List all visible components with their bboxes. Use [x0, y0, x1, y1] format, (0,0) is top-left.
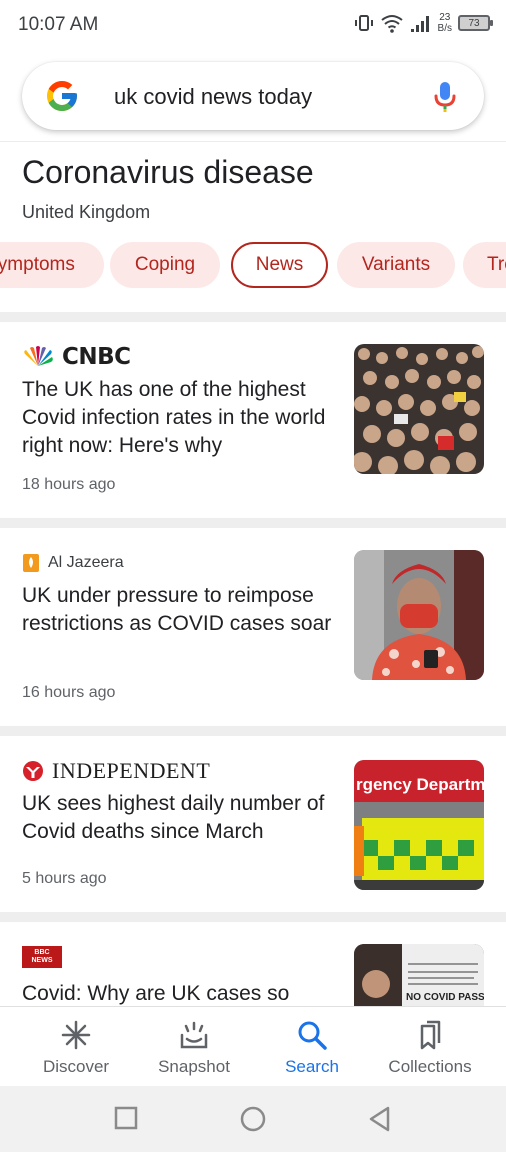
system-nav-bar [0, 1086, 506, 1152]
article-headline[interactable]: UK sees highest daily number of Covid de… [22, 790, 338, 846]
search-icon [298, 1021, 327, 1050]
article-time: 5 hours ago [22, 870, 107, 887]
nav-snapshot[interactable]: Snapshot [131, 1007, 257, 1087]
nav-collections[interactable]: Collections [367, 1007, 493, 1087]
vibrate-icon [354, 15, 373, 31]
chip-coping[interactable]: Coping [110, 242, 220, 288]
topic-chips: Symptoms Coping News Variants Treatments [0, 242, 506, 288]
chip-variants[interactable]: Variants [337, 242, 455, 288]
network-speed-unit: B/s [437, 23, 452, 34]
news-card[interactable]: Al Jazeera UK under pressure to reimpose… [0, 528, 506, 726]
back-icon[interactable] [368, 1106, 392, 1132]
status-icons: 23 B/s 73 [354, 12, 493, 34]
google-logo-icon [47, 81, 77, 111]
bbc-news-logo-icon: BBC NEWS [22, 946, 62, 968]
nav-search[interactable]: Search [249, 1007, 375, 1087]
thumb-sign-text: rgency Departme [356, 775, 484, 794]
chip-treatments[interactable]: Treatments [463, 242, 506, 288]
mic-icon[interactable] [432, 80, 458, 114]
nav-label: Discover [42, 1057, 110, 1076]
crowd-image [354, 344, 484, 474]
network-speed: 23 B/s [438, 12, 452, 34]
article-headline[interactable]: UK under pressure to reimpose restrictio… [22, 582, 338, 638]
independent-eagle-icon [23, 761, 43, 781]
topic-title: Coronavirus disease [22, 154, 314, 190]
source-row: INDEPENDENT [22, 758, 210, 784]
status-bar: 10:07 AM 23 B/s 73 [0, 0, 506, 52]
nav-label: Snapshot [158, 1057, 230, 1076]
article-headline[interactable]: Covid: Why are UK cases so [22, 980, 338, 1006]
section-divider [0, 912, 506, 922]
collections-icon [420, 1020, 441, 1050]
masked-woman-image [354, 550, 484, 680]
search-input[interactable]: uk covid news today [114, 84, 312, 110]
thumb-sign-text: NO COVID PASS [406, 992, 484, 1003]
nav-discover[interactable]: Discover [13, 1007, 139, 1087]
source-row: BBC NEWS [22, 944, 62, 970]
battery-icon: 73 [458, 15, 493, 31]
topic-header: Coronavirus disease United Kingdom Sympt… [0, 142, 506, 312]
home-icon[interactable] [239, 1105, 267, 1133]
news-card[interactable]: BBC NEWS Covid: Why are UK cases so NO C… [0, 922, 506, 1006]
source-row: CNBC [22, 344, 131, 370]
article-thumbnail[interactable]: rgency Departme [354, 760, 484, 890]
status-time: 10:07 AM [18, 14, 99, 35]
bbc-news-logo-text: BBC NEWS [31, 949, 53, 964]
news-card[interactable]: INDEPENDENT UK sees highest daily number… [0, 736, 506, 912]
search-box[interactable]: uk covid news today [22, 62, 484, 130]
source-row: Al Jazeera [22, 550, 124, 576]
chip-symptoms[interactable]: Symptoms [0, 242, 104, 288]
section-divider [0, 312, 506, 322]
covid-pass-sign-image: NO COVID PASS [354, 944, 484, 1006]
signal-icon [410, 16, 429, 32]
battery-level: 73 [468, 17, 480, 29]
news-card[interactable]: CNBC The UK has one of the highest Covid… [0, 322, 506, 518]
nbc-peacock-icon [24, 346, 53, 366]
source-name: CNBC [62, 344, 131, 370]
article-time: 16 hours ago [22, 684, 116, 701]
bottom-nav: Discover Snapshot Search Collections [0, 1006, 506, 1086]
article-headline[interactable]: The UK has one of the highest Covid infe… [22, 376, 338, 460]
nav-label: Collections [388, 1057, 472, 1076]
snapshot-icon [180, 1021, 208, 1049]
section-divider [0, 726, 506, 736]
article-time: 18 hours ago [22, 476, 116, 493]
al-jazeera-logo-icon [23, 554, 39, 572]
discover-icon [61, 1020, 91, 1050]
search-header: uk covid news today [0, 52, 506, 142]
chip-news[interactable]: News [231, 242, 328, 288]
nav-label: Search [285, 1057, 339, 1076]
topic-subtitle: United Kingdom [22, 202, 151, 222]
source-name: INDEPENDENT [52, 758, 211, 783]
recent-apps-icon[interactable] [114, 1106, 138, 1130]
wifi-icon [380, 15, 403, 33]
article-thumbnail[interactable]: NO COVID PASS [354, 944, 484, 1006]
section-divider [0, 518, 506, 528]
article-thumbnail[interactable] [354, 550, 484, 680]
article-thumbnail[interactable] [354, 344, 484, 474]
ambulance-image: rgency Departme [354, 760, 484, 890]
network-speed-value: 23 [439, 12, 451, 23]
source-name: Al Jazeera [48, 554, 124, 571]
